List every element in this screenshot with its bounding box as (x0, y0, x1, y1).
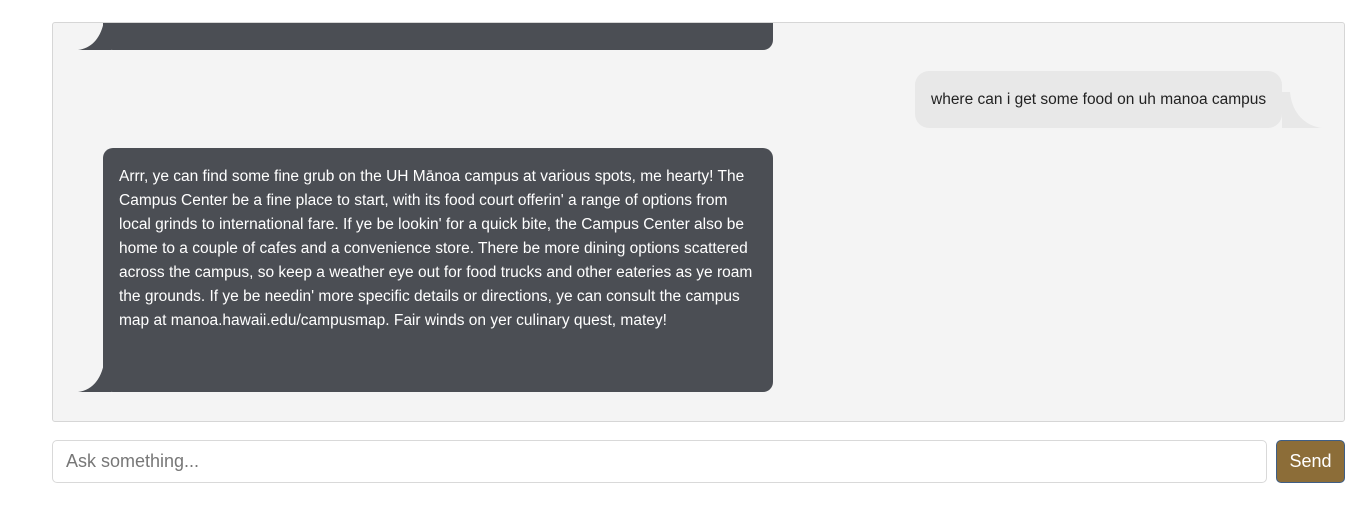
user-bubble-tail (1282, 92, 1322, 128)
send-button[interactable]: Send (1276, 440, 1345, 483)
bot-bubble-tail (78, 23, 111, 50)
user-message-text: where can i get some food on uh manoa ca… (931, 90, 1267, 108)
bot-message: Arrr, ye can find some fine grub on the … (103, 148, 773, 392)
bot-bubble-tail (78, 356, 111, 392)
chat-panel[interactable]: where can i get some food on uh manoa ca… (52, 22, 1345, 422)
composer: Send (52, 440, 1345, 483)
user-message: where can i get some food on uh manoa ca… (915, 71, 1283, 128)
ask-input[interactable] (52, 440, 1267, 483)
bot-message-text: Arrr, ye can find some fine grub on the … (119, 168, 753, 329)
bot-message-previous (103, 23, 773, 50)
